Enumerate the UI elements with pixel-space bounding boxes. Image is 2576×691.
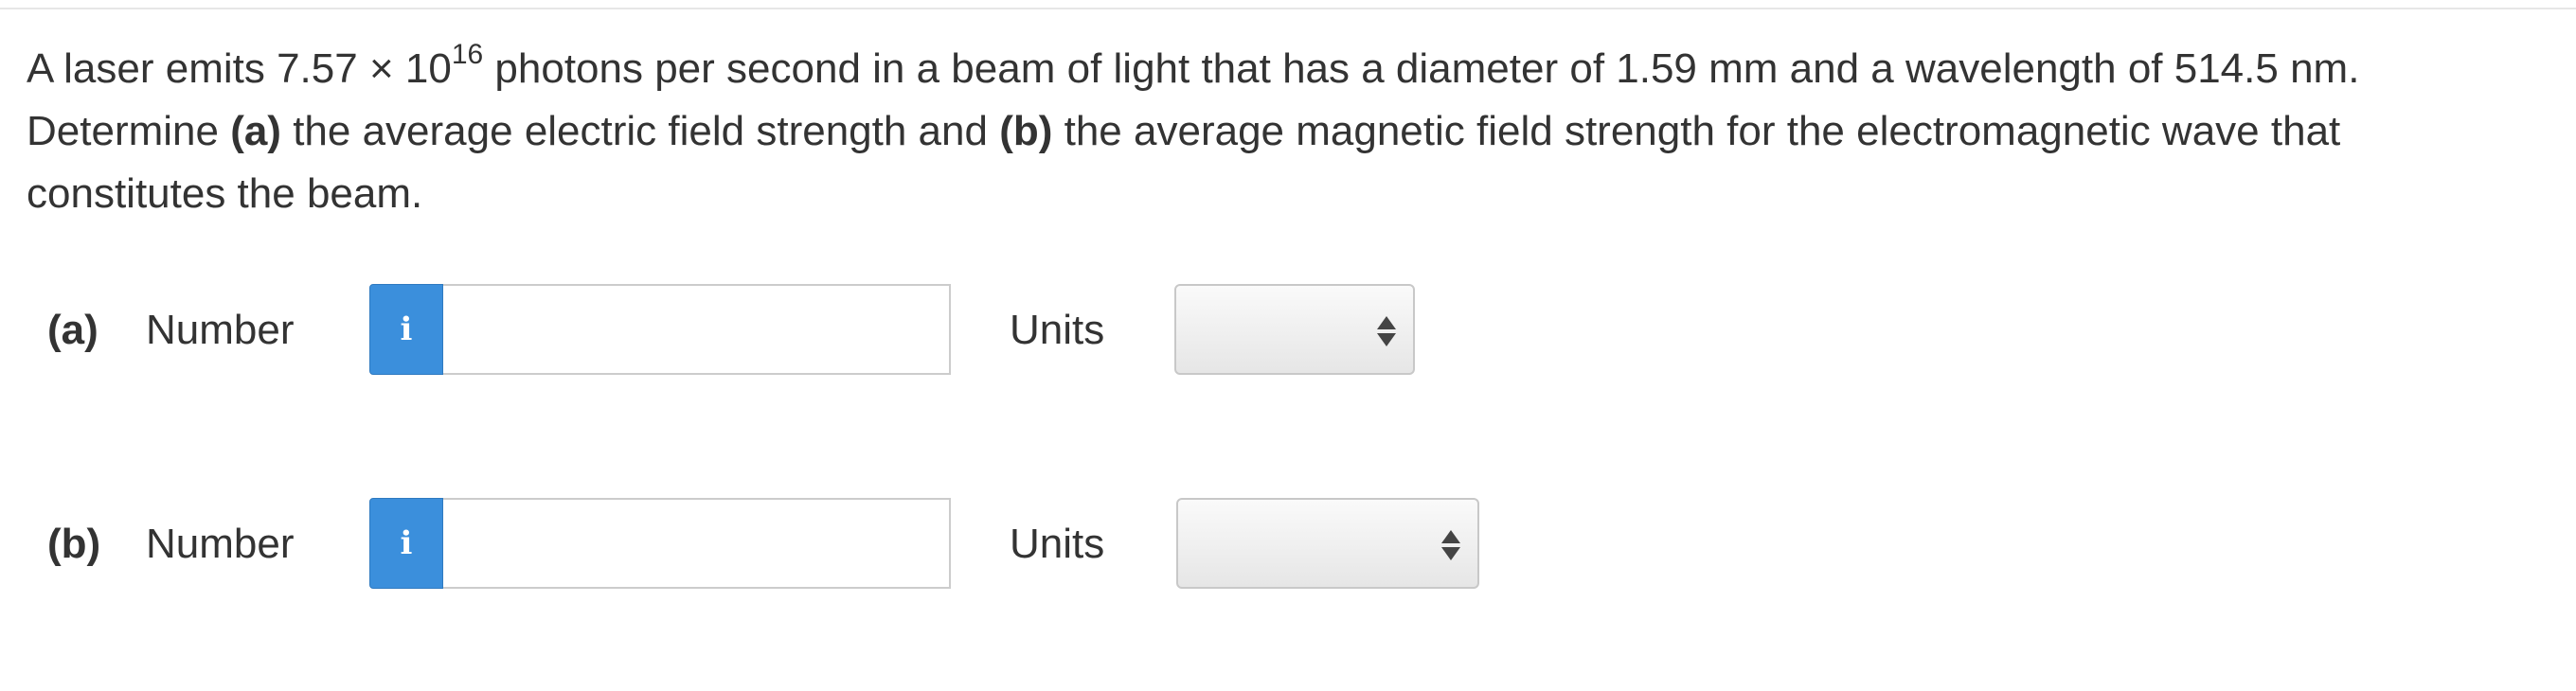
exponent: 16 [451, 39, 484, 71]
answer-row-a: (a) Number i Units [47, 284, 1563, 377]
question-intro: A laser emits 7.57 × 10 [27, 45, 452, 92]
part-label: (a) [47, 307, 98, 353]
info-button[interactable]: i [369, 498, 443, 589]
part-a-description: the average electric field strength and [280, 108, 1000, 154]
number-label: Number [146, 521, 295, 567]
up-down-arrows-icon [1441, 530, 1460, 562]
units-select-a[interactable] [1174, 284, 1415, 375]
top-divider [0, 8, 2576, 9]
part-a-marker: (a) [230, 108, 281, 154]
units-label: Units [1010, 521, 1105, 567]
question-text: A laser emits 7.57 × 1016 photons per se… [27, 38, 2546, 225]
info-icon: i [400, 310, 413, 348]
part-b-marker: (b) [999, 108, 1053, 154]
units-select-b[interactable] [1176, 498, 1479, 589]
part-label: (b) [47, 521, 101, 567]
number-input-b[interactable] [443, 498, 951, 589]
info-icon: i [400, 524, 413, 562]
number-label: Number [146, 307, 295, 353]
number-input-a[interactable] [443, 284, 951, 375]
answer-row-b: (b) Number i Units [47, 498, 1563, 591]
info-button[interactable]: i [369, 284, 443, 375]
up-down-arrows-icon [1377, 316, 1396, 348]
units-label: Units [1010, 307, 1105, 353]
